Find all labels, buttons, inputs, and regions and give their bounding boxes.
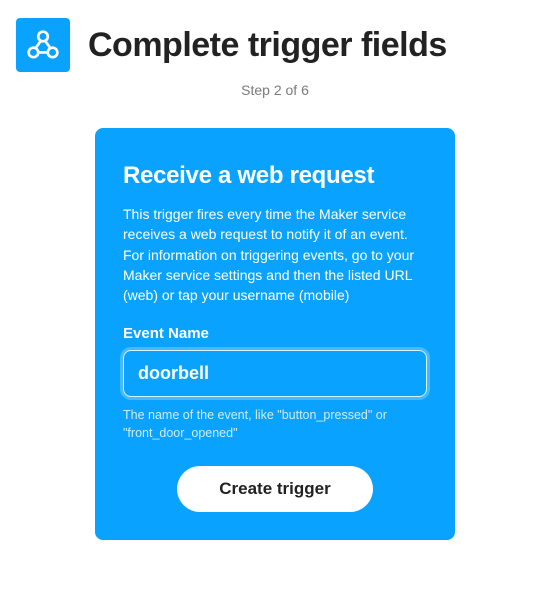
event-name-label: Event Name bbox=[123, 325, 427, 342]
page-title: Complete trigger fields bbox=[88, 26, 447, 65]
trigger-card: Receive a web request This trigger fires… bbox=[95, 128, 455, 540]
card-title: Receive a web request bbox=[123, 162, 427, 190]
webhook-icon bbox=[16, 18, 70, 72]
event-name-input[interactable] bbox=[123, 350, 427, 397]
create-trigger-button[interactable]: Create trigger bbox=[177, 466, 372, 512]
card-description: This trigger fires every time the Maker … bbox=[123, 204, 427, 305]
event-name-hint: The name of the event, like "button_pres… bbox=[123, 407, 427, 442]
step-indicator: Step 2 of 6 bbox=[12, 82, 538, 98]
page-header: Complete trigger fields bbox=[16, 18, 538, 72]
